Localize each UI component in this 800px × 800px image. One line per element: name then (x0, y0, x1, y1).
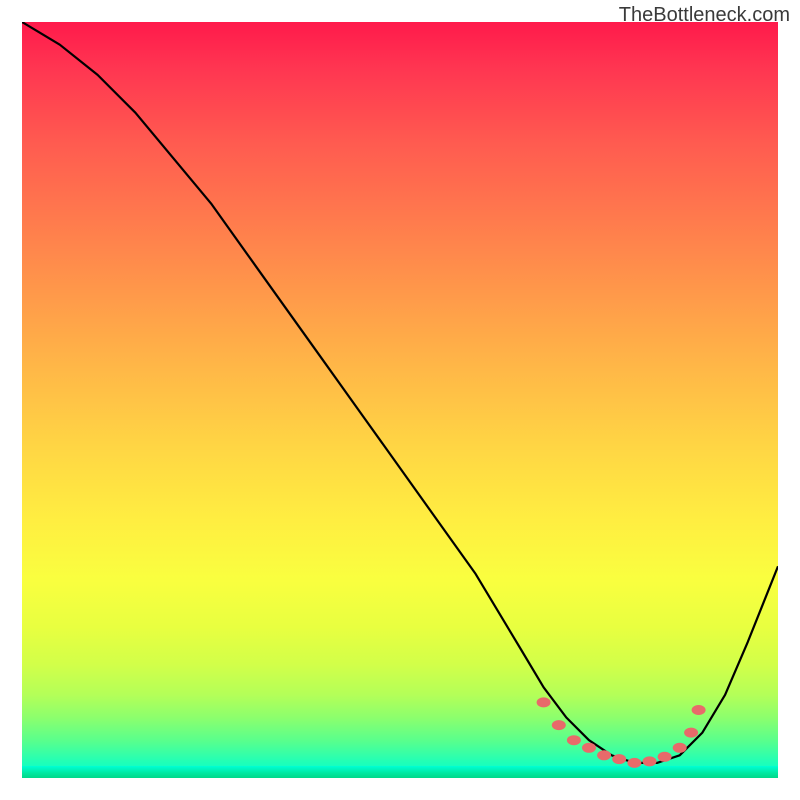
highlight-marker (658, 752, 672, 762)
highlight-marker (552, 720, 566, 730)
chart-overlay-svg (22, 22, 778, 778)
highlight-marker (673, 743, 687, 753)
highlight-marker (597, 750, 611, 760)
highlight-marker (612, 754, 626, 764)
bottleneck-curve (22, 22, 778, 763)
chart-area (22, 22, 778, 778)
highlight-marker (627, 758, 641, 768)
watermark-text: TheBottleneck.com (619, 4, 790, 27)
highlight-marker (684, 728, 698, 738)
highlight-marker (692, 705, 706, 715)
highlight-markers-group (537, 697, 706, 768)
highlight-marker (537, 697, 551, 707)
highlight-marker (582, 743, 596, 753)
highlight-marker (643, 756, 657, 766)
highlight-marker (567, 735, 581, 745)
